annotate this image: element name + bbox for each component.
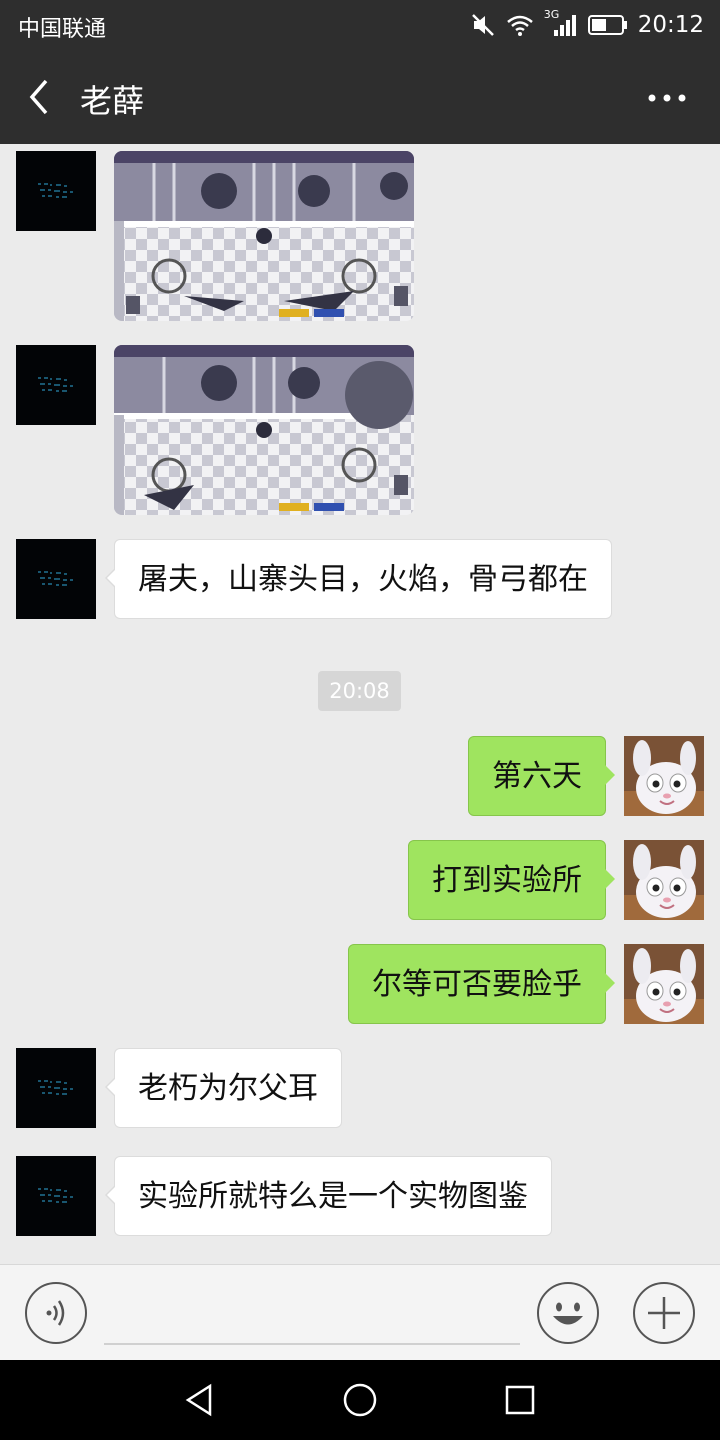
contact-avatar[interactable] [16, 1156, 96, 1236]
image-message[interactable] [114, 151, 414, 321]
status-bar: 中国联通 3G 20:12 [0, 0, 720, 50]
message-input[interactable] [104, 1283, 520, 1345]
more-horizontal-icon[interactable] [642, 83, 692, 113]
system-navigation-bar [0, 1360, 720, 1440]
sent-message-bubble[interactable]: 第六天 [468, 736, 615, 816]
game-screenshot-image [114, 345, 414, 515]
input-bar [0, 1264, 720, 1360]
received-message-bubble[interactable]: 屠夫，山寨头目，火焰，骨弓都在 [105, 539, 612, 619]
received-message-bubble[interactable]: 老朽为尔父耳 [105, 1048, 342, 1128]
signal-3g-icon: 3G [544, 8, 578, 38]
contact-avatar[interactable] [16, 539, 96, 619]
voice-icon[interactable] [24, 1281, 88, 1345]
image-message[interactable] [114, 345, 414, 515]
wifi-icon [506, 15, 533, 36]
clock: 20:12 [637, 12, 704, 38]
my-avatar[interactable] [624, 944, 704, 1024]
chat-header: 老薛 [0, 50, 720, 144]
message-timestamp: 20:08 [318, 671, 401, 711]
battery-icon [587, 15, 627, 35]
sent-message-bubble[interactable]: 打到实验所 [408, 840, 615, 920]
my-avatar[interactable] [624, 840, 704, 920]
message-list[interactable]: 屠夫，山寨头目，火焰，骨弓都在 20:08 第六天 打到实验所 尔等可否要脸乎 … [0, 144, 720, 1264]
my-avatar[interactable] [624, 736, 704, 816]
contact-avatar[interactable] [16, 151, 96, 231]
emoji-icon[interactable] [536, 1281, 600, 1345]
plus-icon[interactable] [632, 1281, 696, 1345]
contact-avatar[interactable] [16, 1048, 96, 1128]
chevron-left-icon[interactable] [22, 75, 62, 119]
recents-square-icon[interactable] [500, 1380, 540, 1420]
home-circle-icon[interactable] [340, 1380, 380, 1420]
mute-icon [471, 14, 494, 36]
game-screenshot-image [114, 151, 414, 321]
chat-title: 老薛 [80, 82, 145, 120]
carrier-label: 中国联通 [18, 17, 107, 42]
contact-avatar[interactable] [16, 345, 96, 425]
sent-message-bubble[interactable]: 尔等可否要脸乎 [348, 944, 615, 1024]
received-message-bubble[interactable]: 实验所就特么是一个实物图鉴 [105, 1156, 552, 1236]
status-icons: 3G 20:12 [470, 8, 704, 40]
back-triangle-icon[interactable] [180, 1380, 220, 1420]
